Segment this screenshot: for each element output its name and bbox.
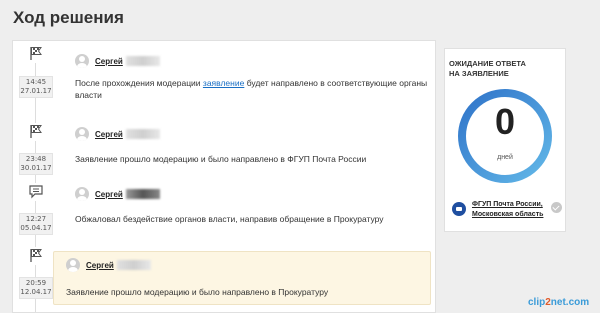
- entry-content: Сергей После прохождения модерации заявл…: [63, 51, 429, 101]
- date-text: 12.04.17: [20, 288, 52, 296]
- timeline-marker: 20:59 12.04.17: [19, 247, 53, 299]
- author-link[interactable]: Сергей: [95, 130, 123, 139]
- timestamp: 12:27 05.04.17: [19, 213, 53, 235]
- timeline-marker: 23:48 30.01.17: [19, 123, 53, 175]
- comment-icon: [26, 183, 46, 201]
- time-text: 12:27: [25, 215, 47, 223]
- date-text: 05.04.17: [20, 224, 52, 232]
- entry-message: Заявление прошло модерацию и было направ…: [66, 287, 329, 297]
- org-name-line: ФГУП Почта России,: [472, 201, 543, 208]
- time-text: 14:45: [25, 78, 47, 86]
- watermark-part: clip: [528, 297, 546, 308]
- time-text: 23:48: [25, 155, 47, 163]
- message-text: После прохождения модерации: [75, 78, 203, 88]
- author-row: Сергей: [63, 124, 429, 144]
- entry-message: После прохождения модерации заявление бу…: [75, 77, 429, 101]
- timeline-panel: 14:45 27.01.17 Сергей После прохождения …: [12, 40, 436, 313]
- waiting-title-line: НА ЗАЯВЛЕНИЕ: [449, 69, 509, 78]
- entry-content-highlighted: Сергей Заявление прошло модерацию и было…: [53, 251, 431, 305]
- timestamp: 14:45 27.01.17: [19, 76, 53, 98]
- waiting-title: ОЖИДАНИЕ ОТВЕТА НА ЗАЯВЛЕНИЕ: [449, 59, 526, 79]
- organization-row[interactable]: ФГУП Почта России, Московская область: [452, 200, 562, 222]
- timestamp: 23:48 30.01.17: [19, 153, 53, 175]
- flag-icon: [26, 247, 46, 265]
- days-unit: дней: [497, 154, 513, 161]
- entry-message: Заявление прошло модерацию и было направ…: [75, 154, 367, 164]
- blurred-surname: [125, 189, 160, 199]
- application-link[interactable]: заявление: [203, 78, 244, 88]
- author-link[interactable]: Сергей: [95, 57, 123, 66]
- date-text: 27.01.17: [20, 87, 52, 95]
- time-text: 20:59: [25, 279, 47, 287]
- avatar: [75, 187, 89, 201]
- organization-link[interactable]: ФГУП Почта России, Московская область: [472, 200, 543, 220]
- avatar: [75, 127, 89, 141]
- entry-message: Обжаловал бездействие органов власти, на…: [75, 214, 384, 224]
- waiting-panel: ОЖИДАНИЕ ОТВЕТА НА ЗАЯВЛЕНИЕ 0 дней ФГУП…: [444, 48, 566, 232]
- entry-content: Сергей Обжаловал бездействие органов вла…: [63, 184, 429, 225]
- avatar: [66, 258, 80, 272]
- days-gauge: 0 дней: [456, 87, 554, 185]
- blurred-surname: [125, 56, 160, 66]
- days-value: 0: [494, 101, 516, 142]
- author-row: Сергей: [54, 255, 430, 275]
- avatar: [75, 54, 89, 68]
- org-name-line: Московская область: [472, 211, 544, 218]
- waiting-title-line: ОЖИДАНИЕ ОТВЕТА: [449, 59, 526, 68]
- watermark-part: net.com: [550, 297, 590, 308]
- watermark: clip2net.com: [528, 297, 589, 308]
- author-row: Сергей: [63, 184, 429, 204]
- author-link[interactable]: Сергей: [95, 190, 123, 199]
- timeline-marker: 14:45 27.01.17: [19, 45, 53, 98]
- flag-icon: [26, 123, 46, 141]
- flag-icon: [26, 45, 46, 63]
- blurred-surname: [125, 129, 160, 139]
- check-icon: [551, 202, 562, 213]
- page-title: Ход решения: [13, 8, 124, 27]
- timeline-marker: 12:27 05.04.17: [19, 183, 53, 235]
- post-logo-icon: [452, 202, 466, 216]
- entry-content: Сергей Заявление прошло модерацию и было…: [63, 124, 429, 165]
- author-row: Сергей: [63, 51, 429, 71]
- timestamp: 20:59 12.04.17: [19, 277, 53, 299]
- author-link[interactable]: Сергей: [86, 261, 114, 270]
- date-text: 30.01.17: [20, 164, 52, 172]
- blurred-surname: [116, 260, 151, 270]
